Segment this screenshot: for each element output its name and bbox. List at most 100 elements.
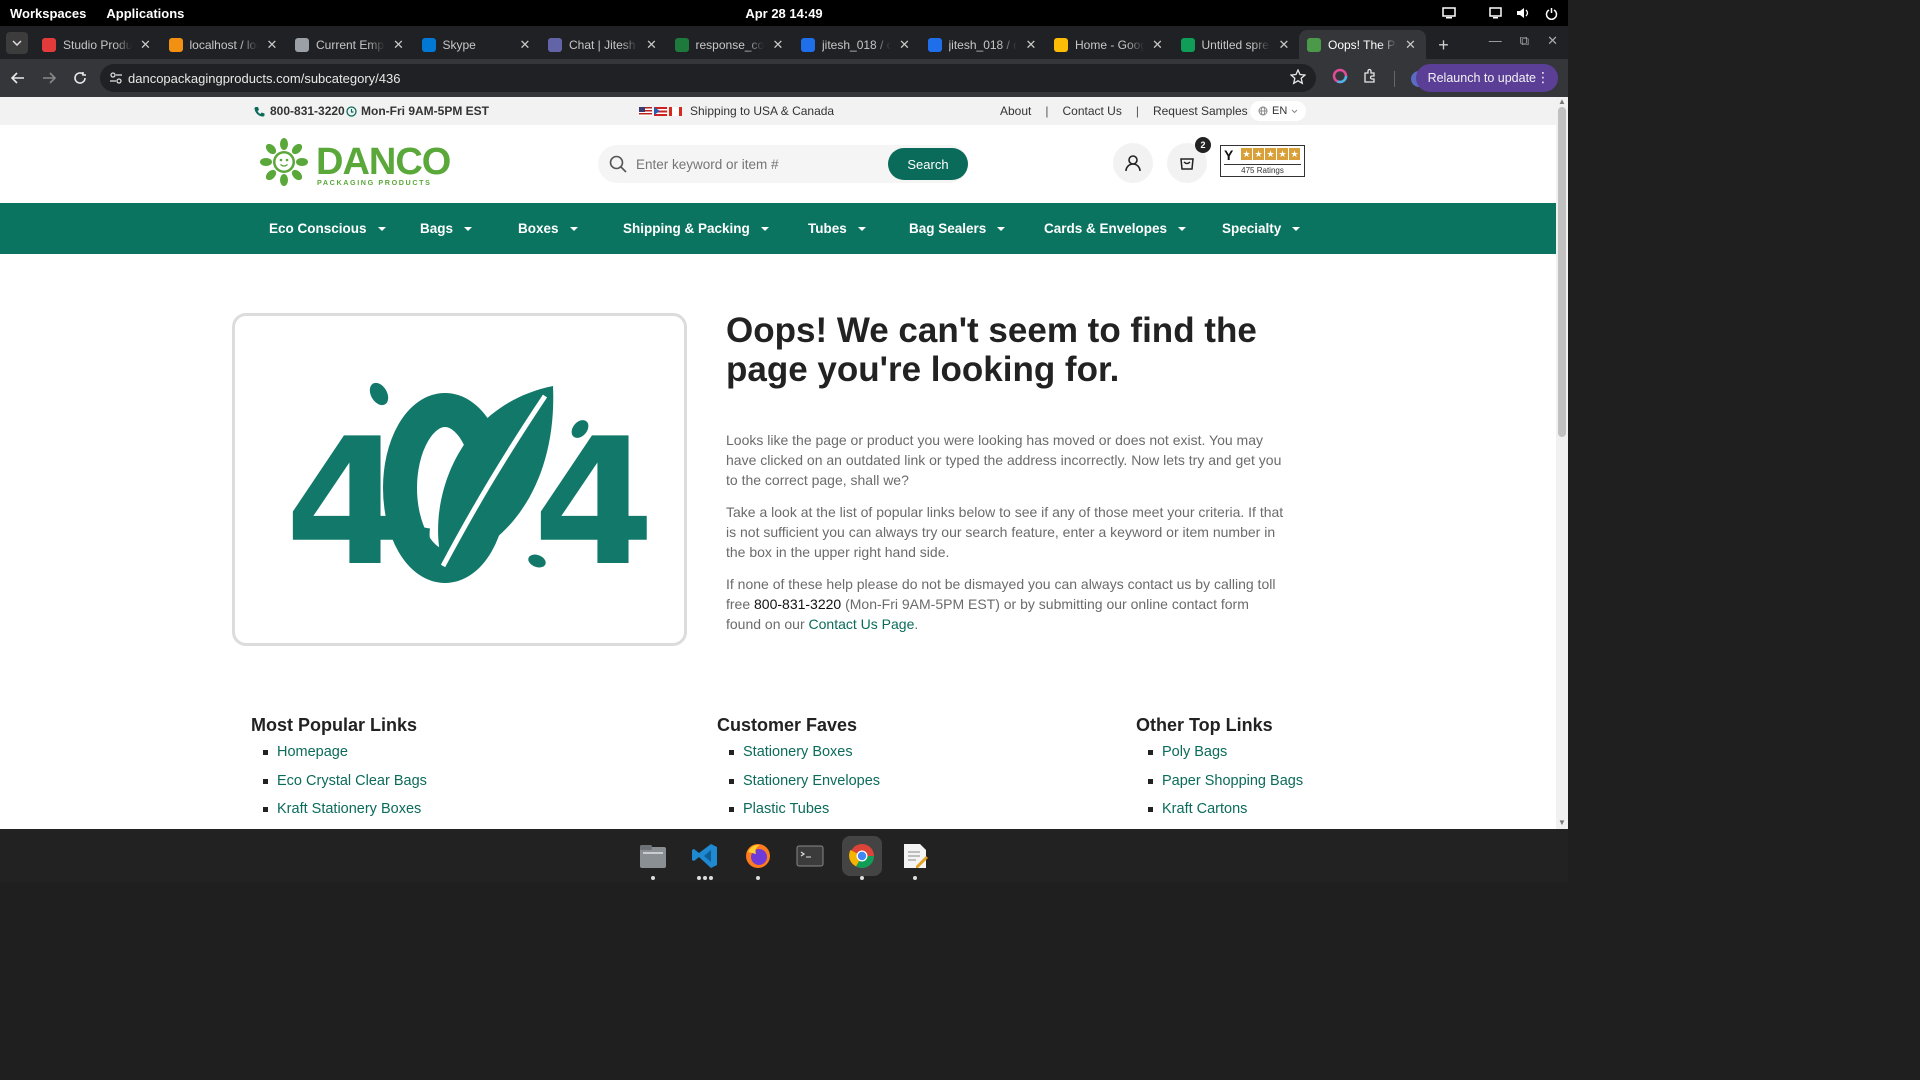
browser-tab[interactable]: Chat | Jitesh Team ✕: [540, 30, 667, 59]
minimize-icon[interactable]: —: [1489, 33, 1502, 49]
nav-label: Shipping & Packing: [623, 221, 750, 236]
link-plastic-tubes[interactable]: Plastic Tubes: [717, 799, 880, 828]
browser-tab-strip: Studio Product✕localhost / localhost✕Cur…: [0, 26, 1568, 59]
extension-ring-icon[interactable]: [1332, 68, 1348, 89]
cart-icon: [1180, 158, 1194, 170]
scroll-down-icon[interactable]: ▼: [1558, 819, 1566, 827]
ratings-badge[interactable]: Y ★ ★ ★ ★ ★ 475 Ratings: [1220, 145, 1305, 177]
shipping-text: Shipping to USA & Canada: [690, 104, 835, 118]
error-paragraph-2: Take a look at the list of popular links…: [726, 504, 1284, 560]
nav-tubes[interactable]: Tubes: [808, 203, 866, 254]
applications-button[interactable]: Applications: [106, 6, 184, 21]
tab-close-icon[interactable]: ✕: [1404, 37, 1418, 52]
browser-tab[interactable]: localhost / localhost ✕: [161, 30, 288, 59]
search-input[interactable]: [636, 156, 876, 172]
page-scrollbar[interactable]: ▲ ▼: [1556, 97, 1568, 829]
tab-close-icon[interactable]: ✕: [518, 37, 532, 52]
screen-share-icon[interactable]: [1440, 4, 1458, 22]
tab-close-icon[interactable]: ✕: [265, 37, 279, 52]
extensions-puzzle-icon[interactable]: [1362, 68, 1378, 89]
text-editor-icon[interactable]: [895, 836, 935, 880]
workspaces-button[interactable]: Workspaces: [10, 6, 86, 21]
browser-tab[interactable]: Current Employee ✕: [287, 30, 414, 59]
tab-favicon-icon: [548, 37, 562, 52]
browser-tab[interactable]: Oops! The Page ✕: [1299, 30, 1426, 59]
danco-logo[interactable]: DANCO PACKAGING PRODUCTS: [252, 137, 458, 194]
link-poly-bags[interactable]: Poly Bags: [1136, 742, 1303, 771]
link-kraft-stationery-boxes[interactable]: Kraft Stationery Boxes: [251, 799, 427, 828]
utility-phone[interactable]: 800-831-3220: [254, 104, 345, 118]
nav-eco-conscious[interactable]: Eco Conscious: [269, 203, 386, 254]
power-icon[interactable]: [1542, 4, 1560, 22]
link-eco-crystal-clear-bags[interactable]: Eco Crystal Clear Bags: [251, 771, 427, 800]
maximize-icon[interactable]: ⧉: [1520, 33, 1529, 49]
reviews-logo-icon: Y: [1224, 147, 1234, 163]
link-stationery-envelopes[interactable]: Stationery Envelopes: [717, 771, 880, 800]
nav-boxes[interactable]: Boxes: [518, 203, 578, 254]
site-info-icon[interactable]: [109, 71, 123, 88]
account-button[interactable]: [1113, 143, 1153, 183]
terminal-icon[interactable]: [790, 836, 830, 876]
tab-search-button[interactable]: [6, 32, 28, 54]
bookmark-star-icon[interactable]: [1289, 68, 1307, 88]
rating-stars: ★ ★ ★ ★ ★: [1241, 148, 1300, 160]
browser-tab[interactable]: response_code ✕: [667, 30, 794, 59]
phone-number[interactable]: 800-831-3220: [270, 104, 345, 118]
forward-button[interactable]: [35, 64, 63, 92]
tab-close-icon[interactable]: ✕: [1277, 37, 1291, 52]
browser-tab[interactable]: Untitled spreadsheet ✕: [1173, 30, 1300, 59]
volume-icon[interactable]: [1514, 4, 1532, 22]
link-kraft-cartons[interactable]: Kraft Cartons: [1136, 799, 1303, 828]
search-button[interactable]: Search: [888, 148, 968, 180]
browser-tab[interactable]: jitesh_018 / o ✕: [793, 30, 920, 59]
tab-close-icon[interactable]: ✕: [392, 37, 406, 52]
cart-button[interactable]: 2: [1167, 137, 1211, 183]
link-paper-shopping-bags[interactable]: Paper Shopping Bags: [1136, 771, 1303, 800]
error-404-illustration: 4 4: [232, 313, 687, 646]
nav-cards-envelopes[interactable]: Cards & Envelopes: [1044, 203, 1187, 254]
more-menu-icon[interactable]: ⋮: [1536, 70, 1550, 84]
display-icon[interactable]: [1486, 4, 1504, 22]
nav-label: Eco Conscious: [269, 221, 367, 236]
files-icon[interactable]: [633, 836, 673, 880]
nav-shipping-packing[interactable]: Shipping & Packing: [623, 203, 769, 254]
reload-button[interactable]: [66, 64, 94, 92]
tab-close-icon[interactable]: ✕: [771, 37, 785, 52]
contact-us-link[interactable]: Contact Us: [1062, 104, 1121, 118]
tab-title: Untitled spreadsheet: [1201, 37, 1271, 52]
firefox-icon[interactable]: [738, 836, 778, 880]
nav-bags[interactable]: Bags: [420, 203, 473, 254]
nav-specialty[interactable]: Specialty: [1222, 203, 1301, 254]
browser-tab[interactable]: Home - Google ✕: [1046, 30, 1173, 59]
contact-us-page-link[interactable]: Contact Us Page: [809, 616, 915, 632]
address-bar[interactable]: dancopackagingproducts.com/subcategory/4…: [100, 64, 1316, 92]
back-button[interactable]: [4, 64, 32, 92]
search-bar: Search: [598, 145, 968, 183]
chrome-icon[interactable]: [842, 836, 882, 880]
browser-tab[interactable]: jitesh_018 / o ✕: [920, 30, 1047, 59]
system-clock[interactable]: Apr 28 14:49: [0, 6, 1568, 21]
about-link[interactable]: About: [1000, 104, 1031, 118]
browser-tab[interactable]: Studio Product ✕: [34, 30, 161, 59]
nav-bag-sealers[interactable]: Bag Sealers: [909, 203, 1006, 254]
tab-favicon-icon: [1180, 37, 1195, 52]
request-samples-link[interactable]: Request Samples: [1153, 104, 1248, 118]
language-selector[interactable]: EN: [1250, 101, 1307, 121]
link-stationery-boxes[interactable]: Stationery Boxes: [717, 742, 880, 771]
tab-close-icon[interactable]: ✕: [1151, 37, 1165, 52]
toll-free-phone[interactable]: 800-831-3220: [754, 596, 841, 612]
browser-tab[interactable]: Skype ✕: [414, 30, 541, 59]
link-homepage[interactable]: Homepage: [251, 742, 427, 771]
scroll-up-icon[interactable]: ▲: [1558, 98, 1566, 106]
tab-close-icon[interactable]: ✕: [139, 37, 153, 52]
relaunch-to-update-button[interactable]: Relaunch to update ⋮: [1415, 64, 1558, 92]
new-tab-button[interactable]: +: [1430, 31, 1458, 59]
vscode-icon[interactable]: [685, 836, 725, 880]
tab-favicon-icon: [927, 37, 942, 52]
scrollbar-thumb[interactable]: [1558, 107, 1566, 437]
tab-close-icon[interactable]: ✕: [645, 37, 659, 52]
tab-close-icon[interactable]: ✕: [1024, 37, 1038, 52]
url-text[interactable]: dancopackagingproducts.com/subcategory/4…: [128, 71, 400, 86]
tab-close-icon[interactable]: ✕: [898, 37, 912, 52]
close-window-icon[interactable]: ✕: [1547, 33, 1558, 49]
